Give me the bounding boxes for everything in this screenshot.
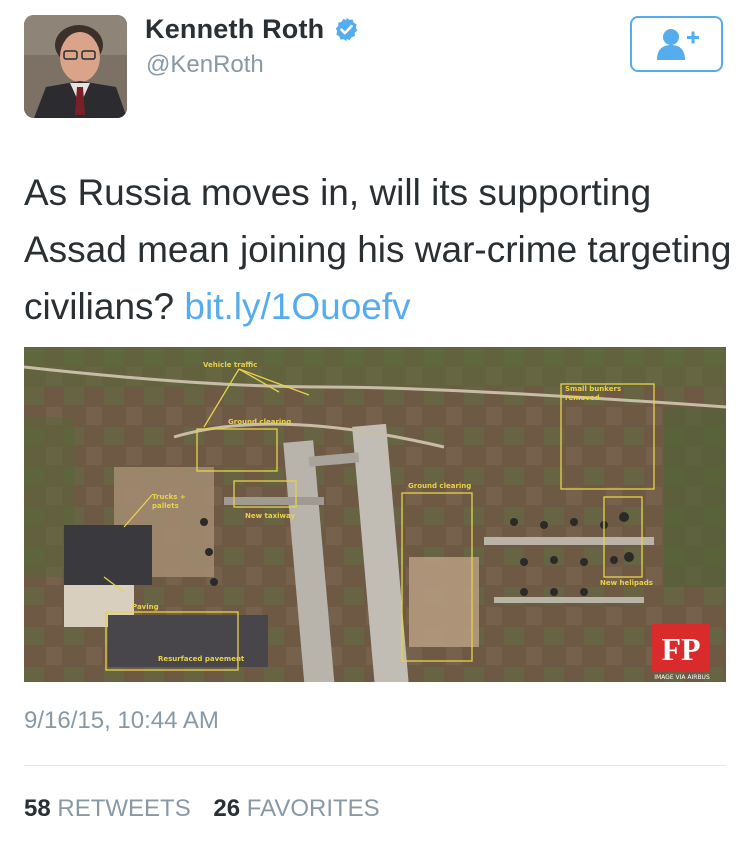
annotation-resurfaced-pavement: Resurfaced pavement bbox=[158, 655, 245, 663]
follow-button[interactable] bbox=[630, 16, 723, 72]
annotation-new-taxiway: New taxiway bbox=[245, 512, 295, 520]
retweets-label[interactable]: RETWEETS bbox=[57, 795, 190, 822]
profile-photo bbox=[24, 15, 127, 118]
annotation-small-bunkers: Small bunkers bbox=[565, 385, 621, 393]
tweet-stats: 58 RETWEETS 26 FAVORITES bbox=[24, 795, 380, 823]
tweet-timestamp[interactable]: 9/16/15, 10:44 AM bbox=[24, 707, 219, 735]
annotation-pallets: pallets bbox=[152, 502, 179, 510]
annotation-ground-clearing-2: Ground clearing bbox=[408, 482, 471, 490]
annotation-paving: Paving bbox=[132, 603, 159, 611]
satellite-image: Vehicle traffic Ground clearing Trucks +… bbox=[24, 347, 726, 682]
user-handle[interactable]: @KenRoth bbox=[146, 51, 264, 79]
annotation-ground-clearing-1: Ground clearing bbox=[228, 418, 291, 426]
favorites-count[interactable]: 26 bbox=[213, 795, 240, 822]
add-user-icon bbox=[656, 29, 699, 60]
tweet-link[interactable]: bit.ly/1Ouoefv bbox=[184, 286, 410, 327]
verified-badge-icon bbox=[336, 17, 358, 42]
image-credit: IMAGE VIA AIRBUS bbox=[654, 674, 710, 681]
tweet-text: As Russia moves in, will its supporting … bbox=[24, 164, 734, 335]
tweet-media-image[interactable]: Vehicle traffic Ground clearing Trucks +… bbox=[24, 347, 726, 682]
avatar[interactable] bbox=[24, 15, 127, 118]
divider bbox=[24, 765, 726, 766]
annotation-trucks: Trucks + bbox=[152, 493, 186, 501]
fp-logo-text: FP bbox=[661, 631, 700, 667]
annotation-vehicle-traffic: Vehicle traffic bbox=[203, 361, 257, 369]
user-name[interactable]: Kenneth Roth bbox=[145, 14, 324, 45]
retweets-count[interactable]: 58 bbox=[24, 795, 51, 822]
annotation-new-helipads: New helipads bbox=[600, 579, 653, 587]
annotation-removed: removed bbox=[565, 394, 600, 402]
user-name-row: Kenneth Roth bbox=[145, 14, 360, 45]
favorites-label[interactable]: FAVORITES bbox=[247, 795, 380, 822]
